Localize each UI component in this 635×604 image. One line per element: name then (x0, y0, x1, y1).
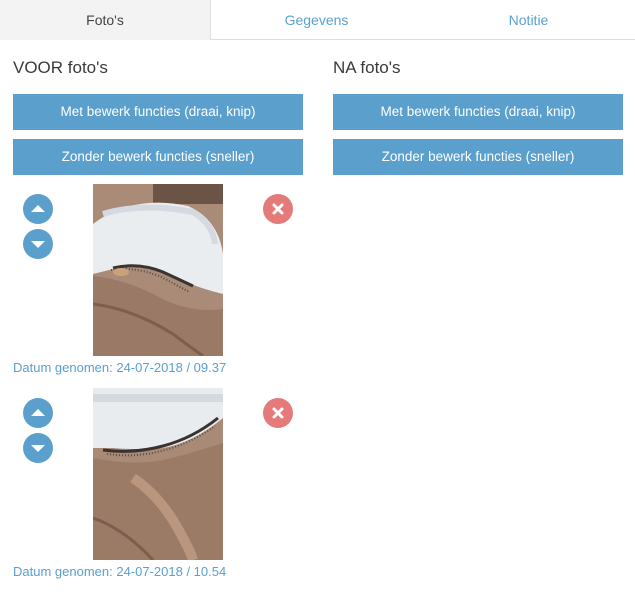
na-edit-upload-button[interactable]: Met bewerk functies (draai, knip) (333, 94, 623, 130)
voor-title: VOOR foto's (13, 58, 108, 77)
move-up-button[interactable] (23, 194, 53, 224)
chevron-up-icon (31, 205, 45, 212)
chevron-up-icon (31, 409, 45, 416)
voor-column: VOOR foto's Met bewerk functies (draai, … (13, 56, 303, 592)
photo-thumbnail[interactable] (93, 184, 223, 356)
photo-thumbnail[interactable] (93, 388, 223, 560)
tab-notitie[interactable]: Notitie (422, 0, 635, 40)
move-up-button[interactable] (23, 398, 53, 428)
tab-gegevens[interactable]: Gegevens (211, 0, 422, 40)
na-quick-upload-button[interactable]: Zonder bewerk functies (sneller) (333, 139, 623, 175)
photo-entry: Datum genomen: 24-07-2018 / 09.37 (13, 184, 303, 388)
close-icon (272, 203, 284, 215)
photo-date: Datum genomen: 24-07-2018 / 10.54 (13, 564, 227, 579)
photo-entry: Datum genomen: 24-07-2018 / 10.54 (13, 388, 303, 592)
tab-bar: Foto's Gegevens Notitie (0, 0, 635, 40)
chevron-down-icon (31, 445, 45, 452)
na-title: NA foto's (333, 58, 401, 77)
chevron-down-icon (31, 241, 45, 248)
tab-fotos[interactable]: Foto's (0, 0, 211, 40)
delete-photo-button[interactable] (263, 194, 293, 224)
close-icon (272, 407, 284, 419)
na-column: NA foto's Met bewerk functies (draai, kn… (333, 56, 623, 184)
photo-date: Datum genomen: 24-07-2018 / 09.37 (13, 360, 227, 375)
move-down-button[interactable] (23, 433, 53, 463)
move-down-button[interactable] (23, 229, 53, 259)
voor-edit-upload-button[interactable]: Met bewerk functies (draai, knip) (13, 94, 303, 130)
voor-quick-upload-button[interactable]: Zonder bewerk functies (sneller) (13, 139, 303, 175)
delete-photo-button[interactable] (263, 398, 293, 428)
